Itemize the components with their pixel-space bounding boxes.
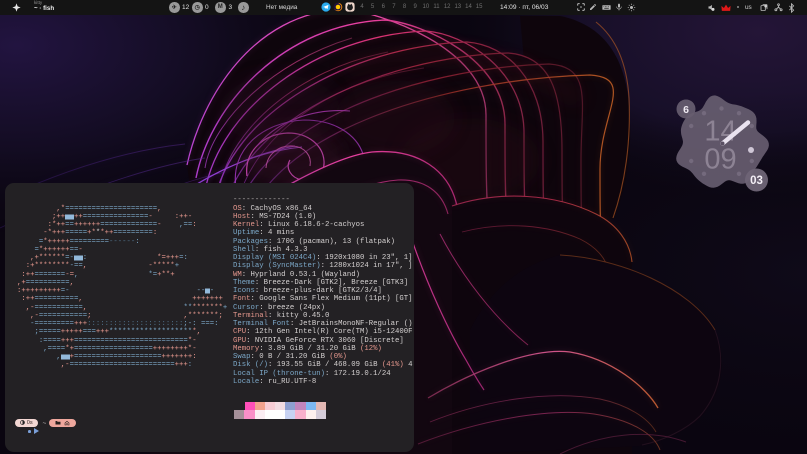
svg-text:03: 03	[750, 175, 763, 187]
svg-text:6: 6	[683, 104, 689, 116]
svg-text:09: 09	[704, 144, 736, 176]
